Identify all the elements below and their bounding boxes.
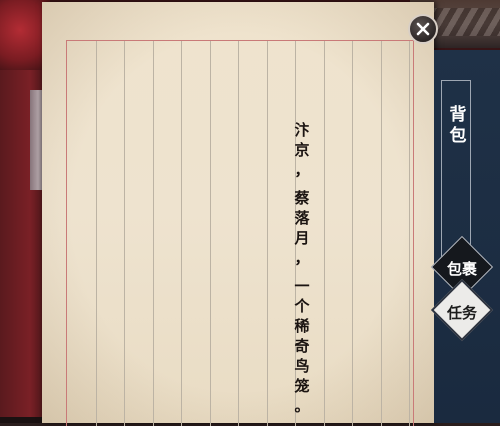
letter-char: 落 xyxy=(294,209,310,227)
ruled-line xyxy=(324,41,325,426)
letter-char: 汴 xyxy=(294,121,310,139)
ruled-line xyxy=(267,41,268,426)
ruled-frame xyxy=(66,40,414,426)
letter-char: 京 xyxy=(294,141,310,159)
ruled-line xyxy=(238,41,239,426)
close-button[interactable] xyxy=(408,14,438,44)
letter-char: ， xyxy=(294,161,310,179)
ruled-line xyxy=(153,41,154,426)
letter-paper: 汴 京 ， 蔡 落 月 ， 一 个 稀 奇 鸟 笼 。 xyxy=(42,2,434,426)
letter-text: 汴 京 ， 蔡 落 月 ， 一 个 稀 奇 鸟 笼 。 xyxy=(288,120,316,416)
letter-char: 奇 xyxy=(294,337,310,355)
letter-char: 个 xyxy=(294,297,310,315)
letter-char: 蔡 xyxy=(294,189,310,207)
bag-title-tab: 背包 xyxy=(441,80,471,258)
bag-title: 背包 xyxy=(445,105,466,147)
ruled-line xyxy=(96,41,97,426)
letter-char: 笼 xyxy=(294,377,310,395)
ruled-line xyxy=(381,41,382,426)
background-roof-deco xyxy=(430,8,500,36)
ruled-line xyxy=(124,41,125,426)
letter-char: 月 xyxy=(294,229,310,247)
letter-char: 一 xyxy=(294,277,310,295)
close-icon xyxy=(416,22,430,36)
side-panel: 背包 包裹 任务 xyxy=(430,50,500,423)
tab-tasks-label[interactable]: 任务 xyxy=(434,302,490,323)
letter-char: 鸟 xyxy=(294,357,310,375)
ruled-line xyxy=(352,41,353,426)
letter-char: 。 xyxy=(294,397,310,415)
letter-char: ， xyxy=(294,249,310,267)
ruled-line xyxy=(181,41,182,426)
ruled-line xyxy=(210,41,211,426)
letter-char: 稀 xyxy=(294,317,310,335)
tab-package-label[interactable]: 包裹 xyxy=(434,258,490,279)
ruled-line xyxy=(409,41,410,426)
